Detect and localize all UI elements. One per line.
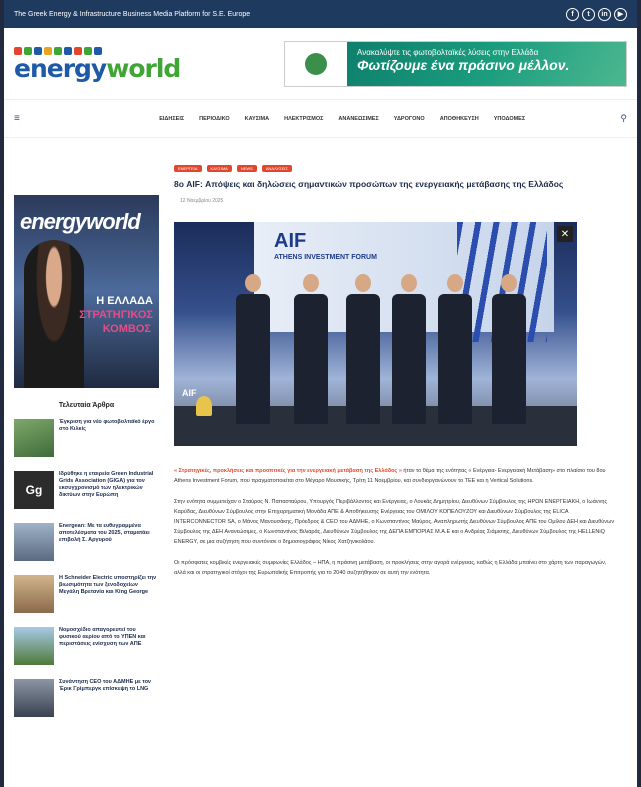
- category-badge[interactable]: ΕΝΕΡΓΕΙΑ: [174, 165, 202, 172]
- flower-arrangement: [196, 396, 212, 416]
- article-date: 12 Νοεμβρίου 2025: [180, 198, 224, 204]
- article-link[interactable]: Νομοσχέδιο απαγορευτεί του φυσικού αερίο…: [59, 627, 159, 665]
- logo-word-world: world: [106, 53, 181, 83]
- twitter-icon[interactable]: t: [582, 7, 595, 21]
- paragraph: « Στρατηγικές, προκλήσεις και προοπτικές…: [174, 466, 619, 486]
- stage-logo: AIF: [182, 388, 197, 398]
- screen-subtitle: ATHENS INVESTMENT FORUM: [274, 254, 377, 261]
- list-item[interactable]: Έγκριση για νέο φωτοβολταϊκό έργο στο Κι…: [14, 419, 159, 457]
- list-item[interactable]: Gg Ιδρύθηκε η εταιρεία Green Industrial …: [14, 471, 159, 509]
- nav-item-renewables[interactable]: ΑΝΑΝΕΩΣΙΜΕΣ: [338, 116, 378, 122]
- top-bar: The Greek Energy & Infrastructure Busine…: [4, 0, 637, 28]
- screen-title: AIF: [274, 230, 307, 252]
- highlight-text: « Στρατηγικές, προκλήσεις και προοπτικές…: [174, 468, 402, 474]
- article: ΕΝΕΡΓΕΙΑ ΚΑΥΣΙΜΑ NEWS ΑΝΑΛΥΣΕΙΣ 8ο AIF: …: [174, 165, 619, 589]
- ad-line-1: Ανακαλύψτε τις φωτοβολταϊκές λύσεις στην…: [357, 47, 539, 57]
- site-logo[interactable]: energyworld: [14, 46, 181, 83]
- magazine-cover[interactable]: energyworld Η ΕΛΛΑΔΑ ΣΤΡΑΤΗΓΙΚΟΣ ΚΟΜΒΟΣ: [14, 195, 159, 388]
- article-thumbnail[interactable]: Gg: [14, 471, 54, 509]
- person: [438, 274, 472, 424]
- list-item[interactable]: Συνάντηση CEO του ΑΔΜΗΕ με τον Έρικ Γρίμ…: [14, 679, 159, 717]
- cover-line-1: Η ΕΛΛΑΔΑ: [96, 295, 153, 307]
- list-item[interactable]: Energean: Με τα ευθυγραμμένα αποτελέσματ…: [14, 523, 159, 561]
- article-title: 8ο AIF: Απόψεις και δηλώσεις σημαντικών …: [174, 179, 564, 189]
- main-nav: ≡ ΕΙΔΗΣΕΙΣ ΠΕΡΙΟΔΙΚΟ ΚΑΥΣΙΜΑ ΗΛΕΚΤΡΙΣΜΟΣ…: [4, 100, 637, 138]
- social-links: f t in ▶: [566, 7, 627, 21]
- article-thumbnail[interactable]: [14, 419, 54, 457]
- facebook-icon[interactable]: f: [566, 7, 579, 21]
- nav-item-electricity[interactable]: ΗΛΕΚΤΡΙΣΜΟΣ: [284, 116, 323, 122]
- ad-logo: [285, 41, 347, 86]
- sidebar: energyworld Η ΕΛΛΑΔΑ ΣΤΡΑΤΗΓΙΚΟΣ ΚΟΜΒΟΣ …: [14, 195, 159, 731]
- article-link[interactable]: Energean: Με τα ευθυγραμμένα αποτελέσματ…: [59, 523, 159, 561]
- magazine-title: energyworld: [20, 209, 141, 234]
- nav-item-infrastructure[interactable]: ΥΠΟΔΟΜΕΣ: [494, 116, 525, 122]
- article-link[interactable]: Η Schneider Electric υποστηρίζει την βιω…: [59, 575, 159, 613]
- paragraph: Στην ενότητα συμμετείχαν ο Σταύρος Ν. Πα…: [174, 499, 615, 545]
- cover-photo: [24, 240, 84, 388]
- article-thumbnail[interactable]: [14, 679, 54, 717]
- cover-line-2: ΣΤΡΑΤΗΓΙΚΟΣ: [79, 309, 153, 321]
- nav-item-storage[interactable]: ΑΠΟΘΗΚΕΥΣΗ: [440, 116, 479, 122]
- list-item[interactable]: Η Schneider Electric υποστηρίζει την βιω…: [14, 575, 159, 613]
- latest-articles-heading: Τελευταία Άρθρα: [58, 402, 115, 409]
- logo-word-energy: energy: [14, 53, 107, 83]
- nav-item-news[interactable]: ΕΙΔΗΣΕΙΣ: [159, 116, 184, 122]
- person: [392, 274, 426, 424]
- article-categories: ΕΝΕΡΓΕΙΑ ΚΑΥΣΙΜΑ NEWS ΑΝΑΛΥΣΕΙΣ: [174, 165, 619, 172]
- list-item[interactable]: Νομοσχέδιο απαγορευτεί του φυσικού αερίο…: [14, 627, 159, 665]
- article-body: « Στρατηγικές, προκλήσεις και προοπτικές…: [174, 466, 619, 578]
- hamburger-menu-icon[interactable]: ≡: [14, 113, 64, 124]
- article-photo: AIF ATHENS INVESTMENT FORUM AIF ✕: [174, 222, 577, 446]
- person: [236, 274, 270, 424]
- close-icon[interactable]: ✕: [557, 226, 573, 242]
- category-badge[interactable]: ΑΝΑΛΥΣΕΙΣ: [261, 165, 292, 172]
- article-thumbnail[interactable]: [14, 627, 54, 665]
- paragraph: Οι πρόσφατες κομβικές ενεργειακές συμφων…: [174, 560, 607, 576]
- article-link[interactable]: Ιδρύθηκε η εταιρεία Green Industrial Gri…: [59, 471, 159, 509]
- person: [346, 274, 380, 424]
- category-badge[interactable]: NEWS: [236, 165, 257, 172]
- site-tagline: The Greek Energy & Infrastructure Busine…: [14, 10, 251, 18]
- article-link[interactable]: Έγκριση για νέο φωτοβολταϊκό έργο στο Κι…: [59, 419, 159, 457]
- category-badge[interactable]: ΚΑΥΣΙΜΑ: [206, 165, 232, 172]
- article-thumbnail[interactable]: [14, 523, 54, 561]
- person: [294, 274, 328, 424]
- site-header: energyworld Ανακαλύψτε τις φωτοβολταϊκές…: [4, 28, 637, 100]
- youtube-icon[interactable]: ▶: [614, 7, 627, 21]
- ad-banner[interactable]: Ανακαλύψτε τις φωτοβολταϊκές λύσεις στην…: [284, 40, 627, 87]
- person: [492, 274, 526, 424]
- search-icon[interactable]: ⚲: [620, 113, 627, 124]
- nav-item-magazine[interactable]: ΠΕΡΙΟΔΙΚΟ: [199, 116, 229, 122]
- nav-item-hydrogen[interactable]: ΥΔΡΟΓΟΝΟ: [394, 116, 425, 122]
- article-link[interactable]: Συνάντηση CEO του ΑΔΜΗΕ με τον Έρικ Γρίμ…: [59, 679, 159, 717]
- ad-logo-icon: [305, 52, 327, 75]
- browser-page: The Greek Energy & Infrastructure Busine…: [4, 0, 637, 787]
- cover-line-3: ΚΟΜΒΟΣ: [102, 323, 151, 335]
- ad-line-2: Φωτίζουμε ένα πράσινο μέλλον.: [357, 56, 570, 73]
- article-thumbnail[interactable]: [14, 575, 54, 613]
- linkedin-icon[interactable]: in: [598, 7, 611, 21]
- nav-item-fuels[interactable]: ΚΑΥΣΙΜΑ: [245, 116, 270, 122]
